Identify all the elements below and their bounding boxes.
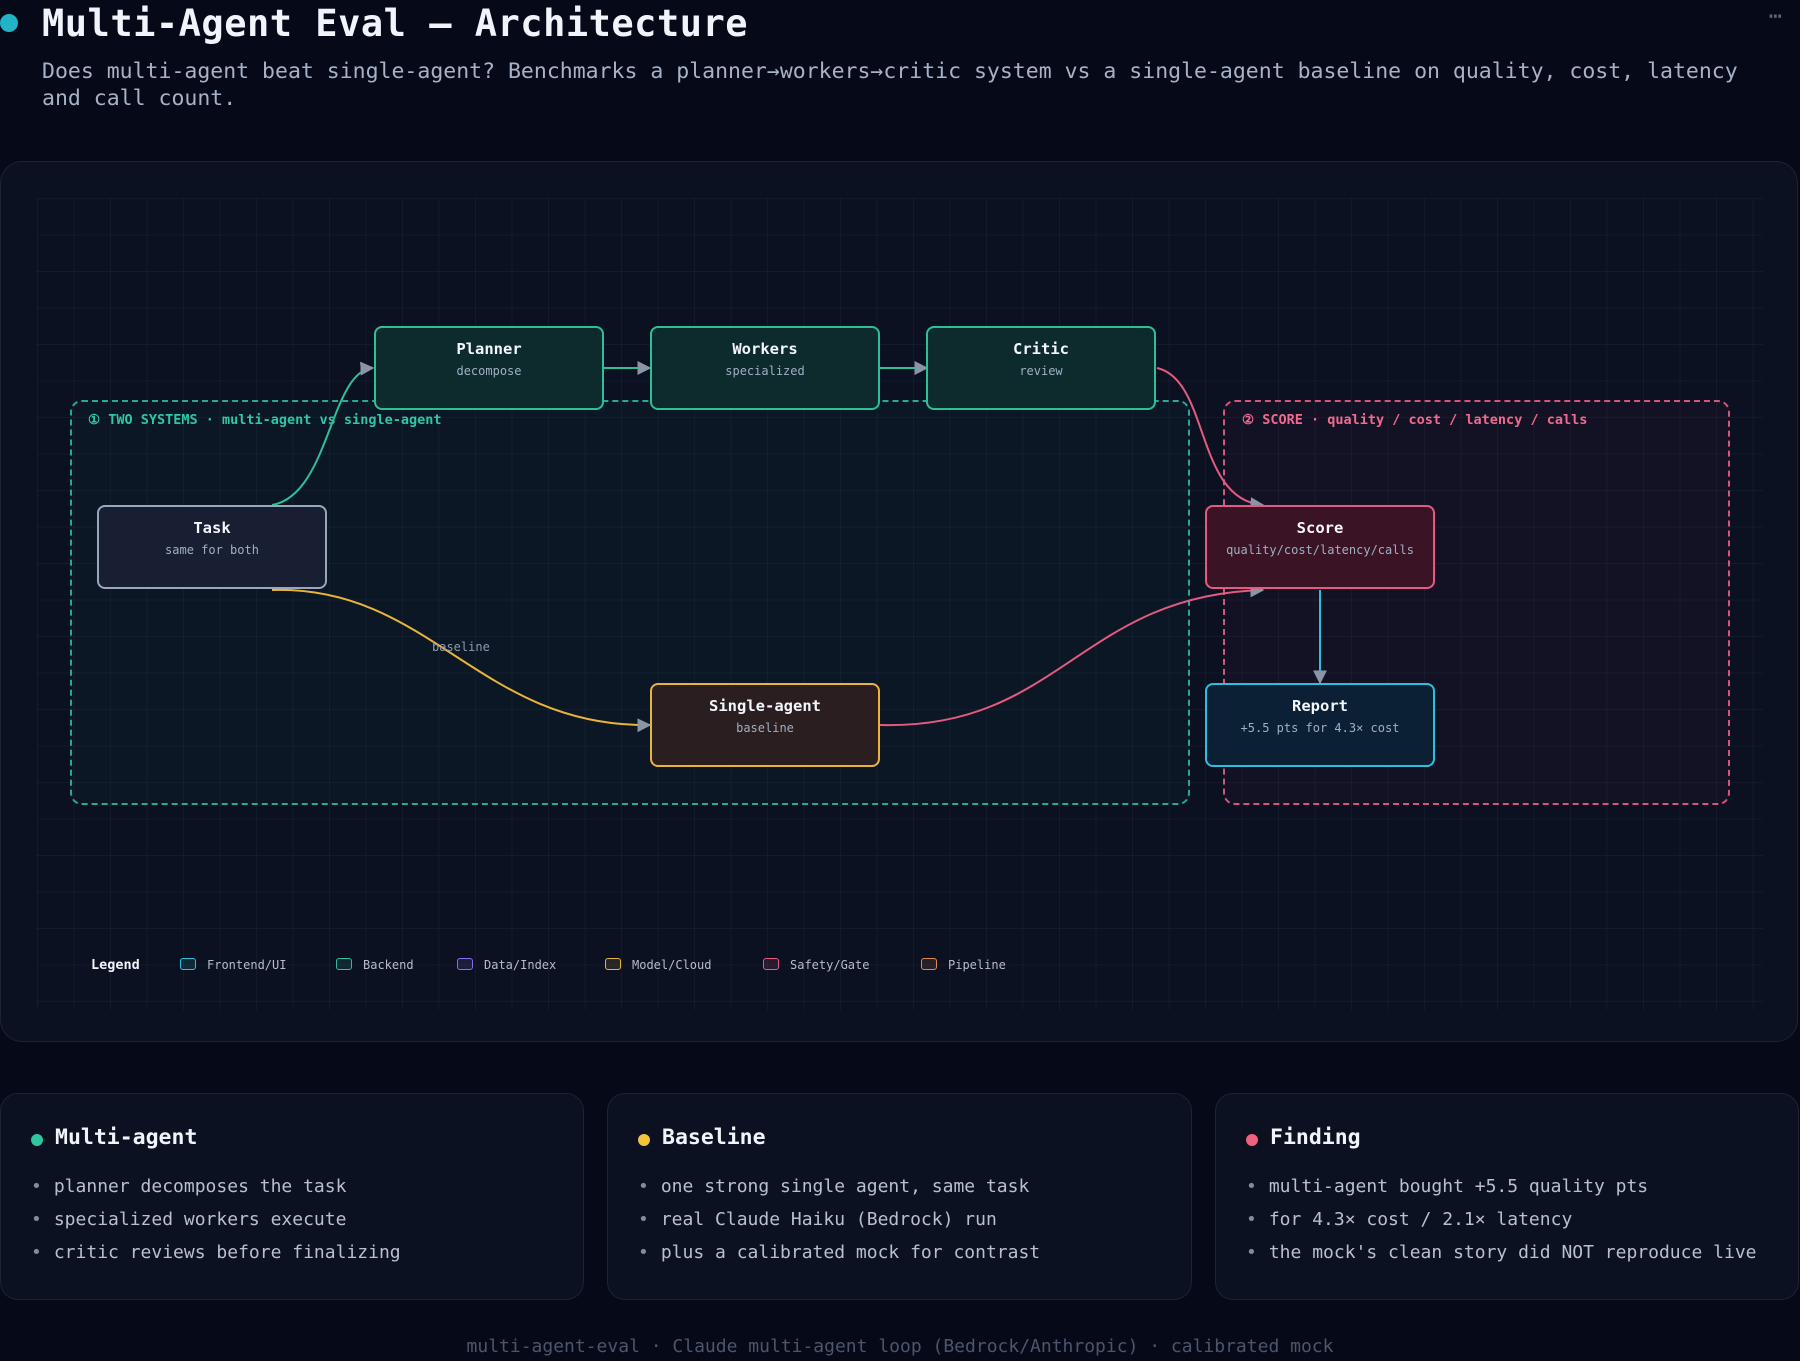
node-task[interactable]: Task same for both: [97, 505, 327, 589]
card-baseline: Baseline one strong single agent, same t…: [607, 1093, 1192, 1300]
legend-label-safety: Safety/Gate: [790, 958, 870, 972]
node-planner-subtitle: decompose: [456, 364, 522, 378]
node-task-title: Task: [193, 519, 231, 537]
legend-label-pipeline: Pipeline: [948, 958, 1006, 972]
node-task-subtitle: same for both: [165, 543, 259, 557]
node-workers-subtitle: specialized: [725, 364, 805, 378]
legend-swatch-safety: [763, 958, 779, 970]
card-finding: Finding multi-agent bought +5.5 quality …: [1215, 1093, 1799, 1300]
legend-swatch-pipeline: [921, 958, 937, 970]
card-baseline-title: Baseline: [662, 1125, 766, 1150]
node-score[interactable]: Score quality/cost/latency/calls: [1205, 505, 1435, 589]
list-item: specialized workers execute: [31, 1203, 401, 1236]
card-multi-agent-list: planner decomposes the task specialized …: [31, 1170, 401, 1269]
card-baseline-dot: [638, 1134, 650, 1146]
list-item: planner decomposes the task: [31, 1170, 401, 1203]
card-multi-agent-title: Multi-agent: [55, 1125, 198, 1150]
legend-label-data: Data/Index: [484, 958, 557, 972]
node-workers[interactable]: Workers specialized: [650, 326, 880, 410]
legend-label-model: Model/Cloud: [632, 958, 712, 972]
list-item: one strong single agent, same task: [638, 1170, 1040, 1203]
node-planner[interactable]: Planner decompose: [374, 326, 604, 410]
legend-swatch-data: [457, 958, 473, 970]
footer-caption: multi-agent-eval · Claude multi-agent lo…: [466, 1336, 1334, 1357]
list-item: for 4.3× cost / 2.1× latency: [1246, 1203, 1757, 1236]
list-item: plus a calibrated mock for contrast: [638, 1236, 1040, 1269]
node-planner-title: Planner: [456, 340, 522, 358]
legend-title: Legend: [91, 957, 140, 973]
node-critic-subtitle: review: [1019, 364, 1063, 378]
list-item: the mock's clean story did NOT reproduce…: [1246, 1236, 1757, 1269]
node-score-subtitle: quality/cost/latency/calls: [1226, 543, 1414, 557]
node-report-subtitle: +5.5 pts for 4.3× cost: [1240, 721, 1400, 735]
card-multi-agent-dot: [31, 1134, 43, 1146]
legend-label-frontend: Frontend/UI: [207, 958, 287, 972]
card-multi-agent: Multi-agent planner decomposes the task …: [0, 1093, 584, 1300]
card-finding-dot: [1246, 1134, 1258, 1146]
legend-swatch-model: [605, 958, 621, 970]
list-item: multi-agent bought +5.5 quality pts: [1246, 1170, 1757, 1203]
card-finding-title: Finding: [1270, 1125, 1361, 1150]
node-report[interactable]: Report +5.5 pts for 4.3× cost: [1205, 683, 1435, 767]
node-critic[interactable]: Critic review: [926, 326, 1156, 410]
card-finding-list: multi-agent bought +5.5 quality pts for …: [1246, 1170, 1757, 1269]
node-single-agent-subtitle: baseline: [736, 721, 794, 735]
node-single-agent[interactable]: Single-agent baseline: [650, 683, 880, 767]
node-score-title: Score: [1296, 519, 1344, 537]
edge-critic-score: [1156, 367, 1265, 512]
list-item: critic reviews before finalizing: [31, 1236, 401, 1269]
edge-label-baseline: baseline: [432, 640, 490, 654]
edge-task-planner: [271, 361, 375, 506]
node-report-title: Report: [1292, 697, 1348, 715]
node-workers-title: Workers: [732, 340, 798, 358]
list-item: real Claude Haiku (Bedrock) run: [638, 1203, 1040, 1236]
node-single-agent-title: Single-agent: [709, 697, 821, 715]
legend-swatch-frontend: [180, 958, 196, 970]
edge-task-single: [271, 588, 652, 733]
node-critic-title: Critic: [1013, 340, 1069, 358]
legend-swatch-backend: [336, 958, 352, 970]
card-baseline-list: one strong single agent, same task real …: [638, 1170, 1040, 1269]
legend-label-backend: Backend: [363, 958, 414, 972]
